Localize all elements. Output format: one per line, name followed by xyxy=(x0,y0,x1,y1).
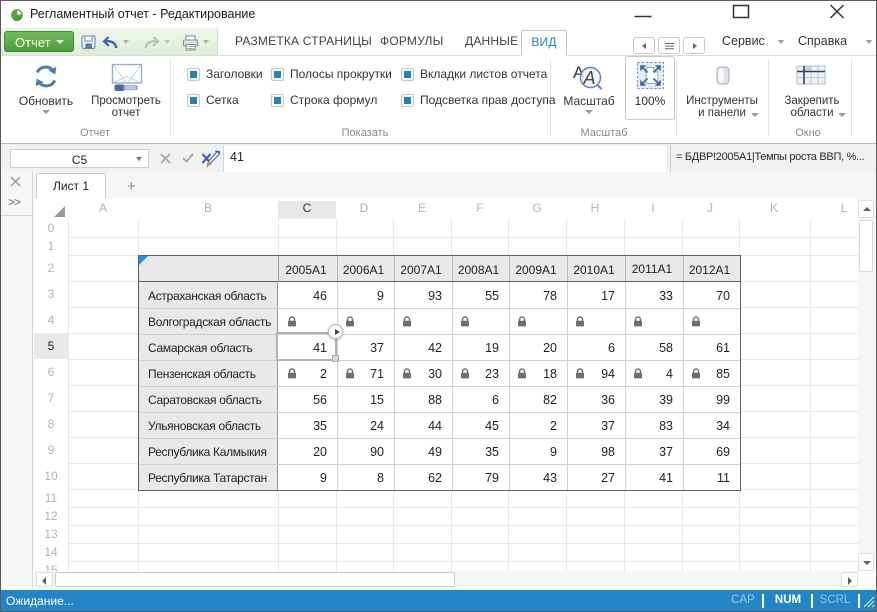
svg-text:A: A xyxy=(583,68,596,88)
